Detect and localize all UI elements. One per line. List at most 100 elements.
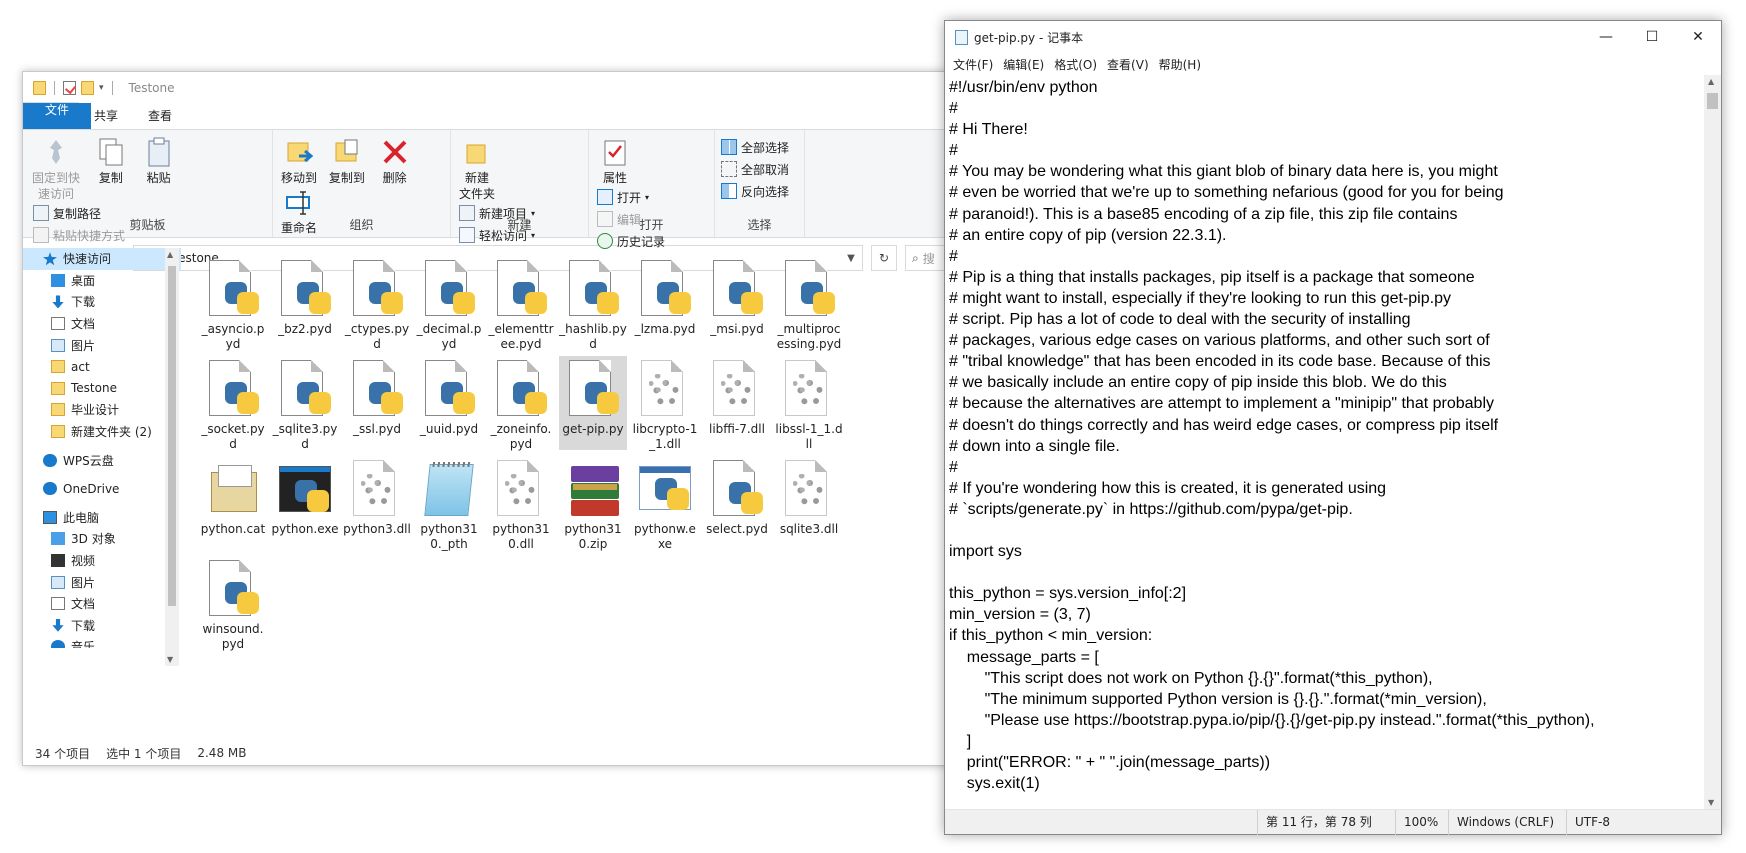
nav-item[interactable]: 下载📌: [23, 291, 181, 313]
pin-quick-access-button[interactable]: 固定到快 速访问: [29, 136, 83, 202]
file-item[interactable]: _sqlite3.pyd: [271, 356, 339, 451]
file-item[interactable]: _asyncio.pyd: [199, 256, 267, 351]
file-item[interactable]: _multiprocessing.pyd: [775, 256, 843, 351]
file-item[interactable]: select.pyd: [703, 456, 771, 550]
download-icon: [52, 618, 64, 632]
folder-icon: [51, 425, 65, 439]
file-item[interactable]: libcrypto-1_1.dll: [631, 356, 699, 451]
file-item[interactable]: _bz2.pyd: [271, 256, 339, 350]
new-folder-quick-icon[interactable]: [81, 80, 94, 95]
scroll-up-icon[interactable]: ▲: [1708, 77, 1714, 86]
notepad-window: get-pip.py - 记事本 — ☐ ✕ 文件(F) 编辑(E) 格式(O)…: [944, 20, 1722, 835]
nav-item[interactable]: 音乐: [23, 636, 181, 648]
file-item[interactable]: _zoneinfo.pyd: [487, 356, 555, 451]
folder-icon: [33, 80, 46, 95]
notepad-scrollbar[interactable]: ▲ ▼: [1704, 75, 1721, 809]
nav-item[interactable]: 文档📌: [23, 313, 181, 335]
folder-icon: [51, 381, 65, 395]
nav-scrollbar[interactable]: ▲ ▼: [165, 248, 179, 666]
nav-item[interactable]: 3D 对象: [23, 528, 181, 550]
file-item[interactable]: _decimal.pyd: [415, 256, 483, 351]
nav-item-label: 新建文件夹 (2): [71, 425, 152, 440]
file-item[interactable]: _msi.pyd: [703, 256, 771, 350]
nav-item-label: 桌面: [71, 273, 96, 288]
menu-help[interactable]: 帮助(H): [1157, 56, 1209, 73]
file-item[interactable]: python310._pth: [415, 456, 483, 551]
file-item[interactable]: _ctypes.pyd: [343, 256, 411, 351]
nav-item[interactable]: 文档: [23, 593, 181, 615]
select-all-button[interactable]: 全部选择: [721, 136, 798, 158]
move-to-button[interactable]: 移动到: [279, 136, 319, 186]
file-item[interactable]: sqlite3.dll: [775, 456, 843, 550]
nav-item[interactable]: 新建文件夹 (2): [23, 421, 181, 443]
menu-format[interactable]: 格式(O): [1052, 56, 1105, 73]
new-folder-button[interactable]: 新建 文件夹: [457, 136, 497, 202]
python-file-icon: [491, 260, 551, 320]
invert-selection-button[interactable]: 反向选择: [721, 180, 798, 202]
clipboard-group-label: 剪贴板: [129, 218, 166, 232]
file-item[interactable]: _ssl.pyd: [343, 356, 411, 450]
file-item[interactable]: python.exe: [271, 456, 339, 550]
minimize-icon[interactable]: —: [1583, 21, 1629, 53]
maximize-icon[interactable]: ☐: [1629, 21, 1675, 53]
python-file-icon: [707, 460, 767, 520]
delete-x-icon: [379, 136, 411, 168]
nav-item[interactable]: 快速访问: [23, 248, 181, 270]
nav-item[interactable]: 桌面📌: [23, 270, 181, 292]
scroll-thumb[interactable]: [168, 266, 176, 606]
nav-item[interactable]: OneDrive: [23, 478, 181, 500]
file-item[interactable]: libssl-1_1.dll: [775, 356, 843, 451]
file-name: _hashlib.pyd: [559, 322, 627, 351]
file-item[interactable]: _hashlib.pyd: [559, 256, 627, 351]
notepad-file-icon: [419, 460, 479, 520]
python-file-icon: [347, 260, 407, 320]
file-item[interactable]: _uuid.pyd: [415, 356, 483, 450]
close-icon[interactable]: ✕: [1675, 21, 1721, 53]
scroll-down-icon[interactable]: ▼: [1708, 798, 1714, 807]
copy-to-button[interactable]: 复制到: [327, 136, 367, 186]
nav-item[interactable]: Testone: [23, 378, 181, 400]
file-item[interactable]: pythonw.exe: [631, 456, 699, 551]
tab-view[interactable]: 查看: [133, 103, 187, 129]
python-file-icon: [203, 360, 263, 420]
open-button[interactable]: 打开 ▾: [597, 186, 665, 208]
menu-view[interactable]: 查看(V): [1105, 56, 1157, 73]
cloud-icon: [43, 482, 57, 496]
file-item[interactable]: get-pip.py: [559, 356, 627, 450]
nav-item[interactable]: 图片: [23, 571, 181, 593]
delete-button[interactable]: 删除: [375, 136, 415, 186]
customize-toolbar-icon[interactable]: ▾: [99, 83, 104, 93]
paste-button[interactable]: 粘贴: [139, 136, 179, 186]
nav-item[interactable]: 视频: [23, 550, 181, 572]
properties-button[interactable]: 属性: [595, 136, 635, 186]
file-item[interactable]: libffi-7.dll: [703, 356, 771, 450]
file-item[interactable]: python3.dll: [343, 456, 411, 550]
scroll-up-icon[interactable]: ▲: [167, 250, 173, 259]
nav-item[interactable]: 此电脑: [23, 507, 181, 529]
file-item[interactable]: _socket.pyd: [199, 356, 267, 451]
nav-item[interactable]: 图片📌: [23, 334, 181, 356]
file-item[interactable]: _lzma.pyd: [631, 256, 699, 350]
nav-item[interactable]: act: [23, 356, 181, 378]
notepad-content[interactable]: #!/usr/bin/env python # # Hi There! # # …: [949, 77, 1703, 794]
properties-quick-icon[interactable]: [63, 80, 76, 95]
scroll-thumb[interactable]: [1707, 93, 1718, 109]
menu-file[interactable]: 文件(F): [951, 56, 1001, 73]
scroll-down-icon[interactable]: ▼: [167, 655, 173, 664]
nav-item[interactable]: 毕业设计: [23, 399, 181, 421]
video-icon: [51, 554, 65, 568]
tab-file[interactable]: 文件: [23, 103, 91, 129]
file-item[interactable]: winsound.pyd: [199, 556, 267, 651]
file-item[interactable]: python310.zip: [559, 456, 627, 551]
menu-edit[interactable]: 编辑(E): [1001, 56, 1052, 73]
select-none-button[interactable]: 全部取消: [721, 158, 798, 180]
file-item[interactable]: python310.dll: [487, 456, 555, 551]
notepad-text-area[interactable]: #!/usr/bin/env python # # Hi There! # # …: [945, 75, 1703, 809]
copy-button[interactable]: 复制: [91, 136, 131, 186]
document-icon: [51, 597, 65, 611]
nav-item[interactable]: WPS云盘: [23, 449, 181, 471]
nav-item[interactable]: 下载: [23, 615, 181, 637]
file-item[interactable]: python.cat: [199, 456, 267, 550]
file-item[interactable]: _elementtree.pyd: [487, 256, 555, 351]
history-button[interactable]: 历史记录: [597, 230, 665, 252]
